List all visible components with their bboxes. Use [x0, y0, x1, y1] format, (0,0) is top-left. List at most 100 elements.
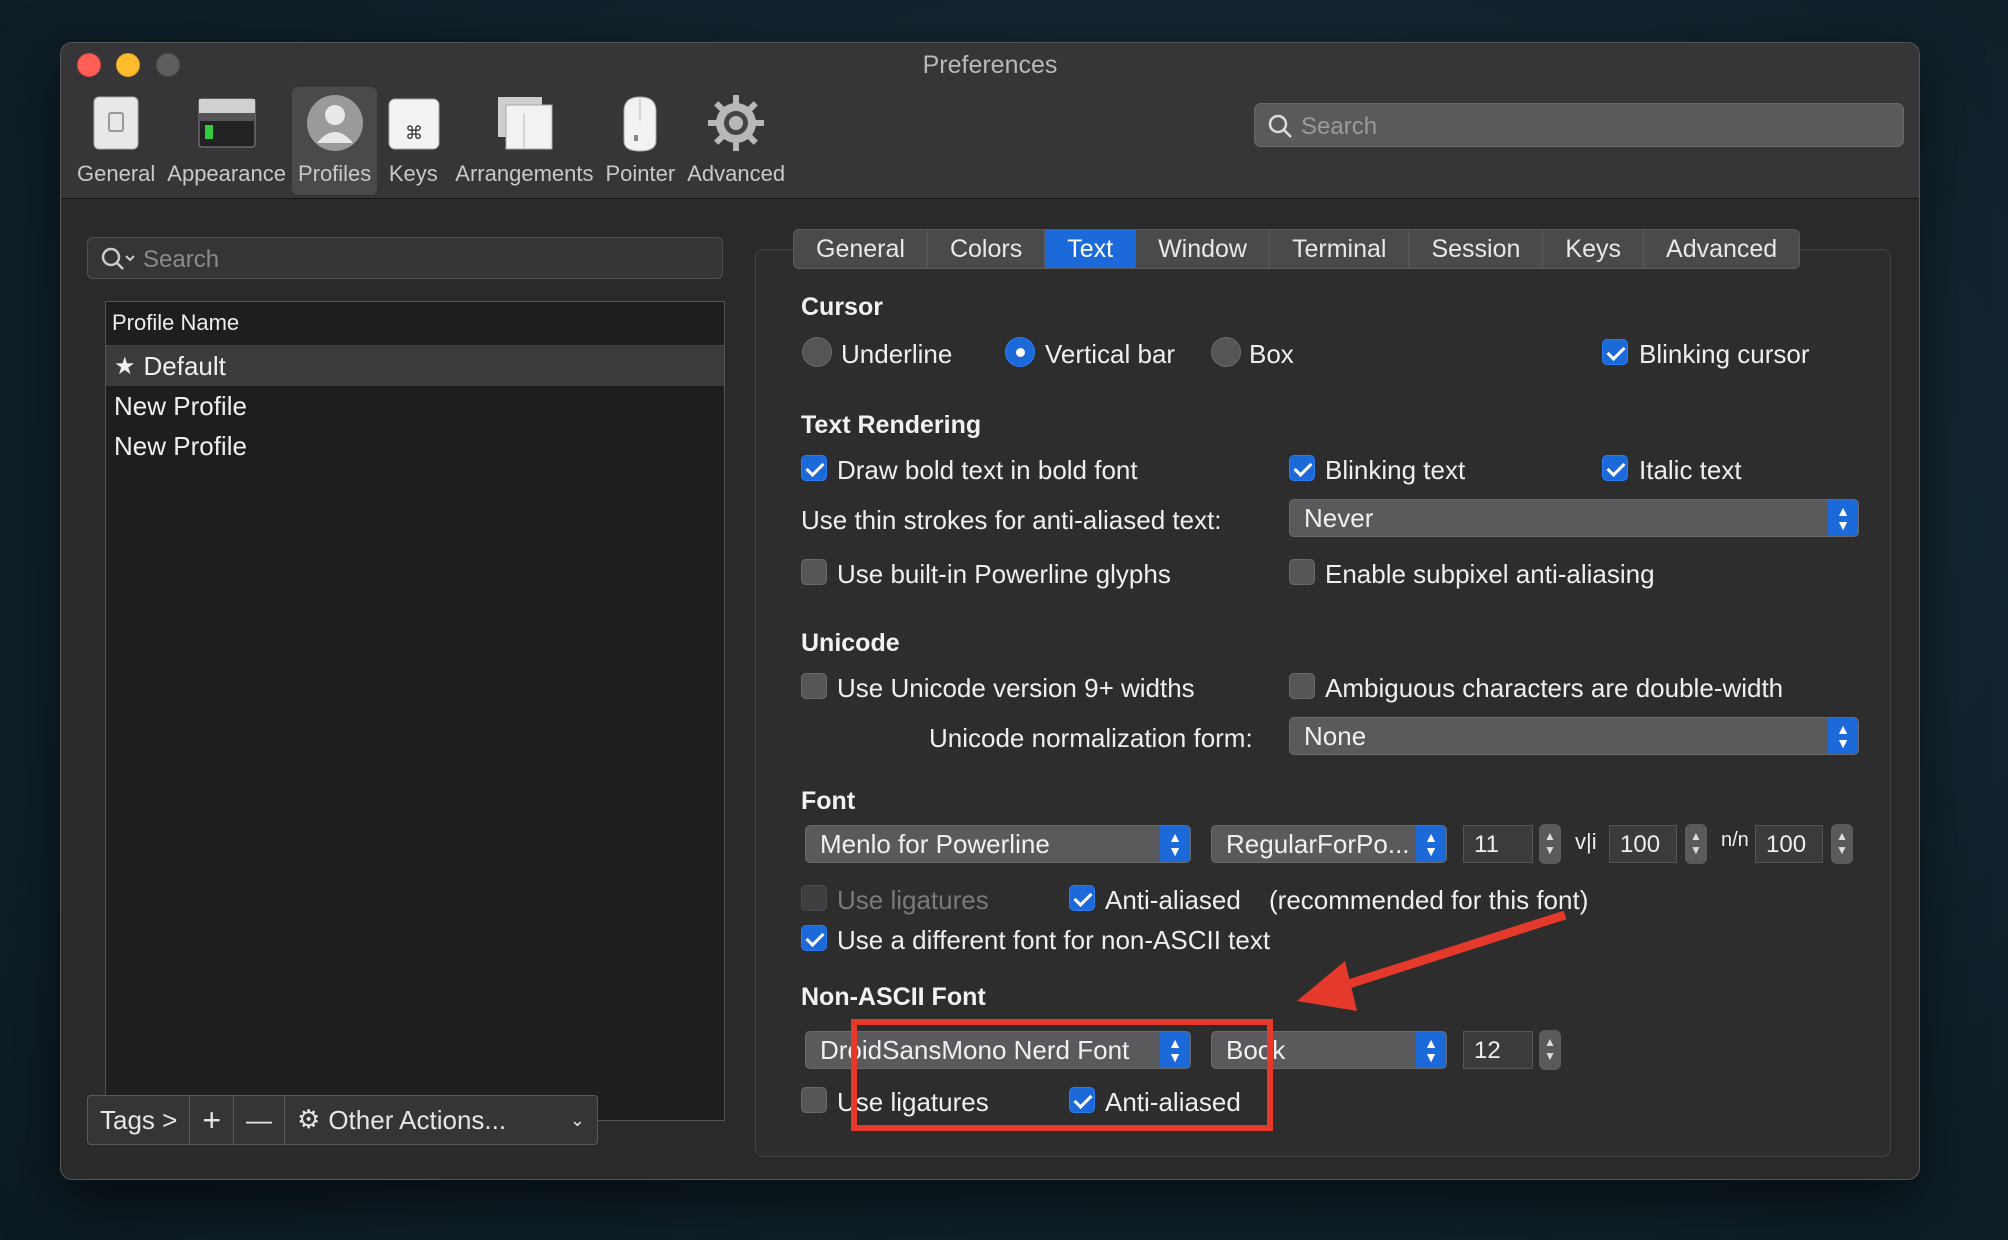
- thin-strokes-select[interactable]: Never ▲ ▼: [1289, 499, 1859, 537]
- non-ascii-font-size-field[interactable]: 12: [1463, 1031, 1533, 1069]
- svg-text:⌘: ⌘: [405, 123, 423, 144]
- toolbar: General Appearance Profiles ⌘ Keys Arran…: [71, 87, 791, 195]
- profiles-icon: [305, 93, 365, 153]
- anti-aliased-checkbox[interactable]: [1069, 885, 1095, 911]
- pointer-icon: [610, 93, 670, 153]
- chevron-down-icon: ⌄: [569, 1109, 586, 1131]
- remove-profile-button[interactable]: —: [234, 1096, 286, 1144]
- bold-font-checkbox[interactable]: [801, 455, 827, 481]
- subpixel-label: Enable subpixel anti-aliasing: [1325, 559, 1655, 589]
- different-font-label: Use a different font for non-ASCII text: [837, 925, 1271, 955]
- toolbar-appearance-label: Appearance: [167, 161, 286, 186]
- updown-arrows-icon: ▲ ▼: [1828, 718, 1858, 754]
- toolbar-general[interactable]: General: [71, 87, 161, 195]
- italic-text-checkbox[interactable]: [1602, 455, 1628, 481]
- ligatures-checkbox[interactable]: [801, 885, 827, 911]
- tab-window[interactable]: Window: [1136, 230, 1270, 268]
- other-actions-button[interactable]: ⚙ Other Actions... ⌄: [285, 1096, 597, 1144]
- appearance-icon: [197, 93, 257, 153]
- normalization-select[interactable]: None ▲ ▼: [1289, 717, 1859, 755]
- cursor-underline-radio[interactable]: [802, 337, 832, 367]
- blinking-cursor-checkbox[interactable]: [1602, 339, 1628, 365]
- tab-text[interactable]: Text: [1045, 230, 1137, 268]
- cursor-heading: Cursor: [801, 293, 883, 321]
- add-profile-button[interactable]: +: [190, 1096, 235, 1144]
- tags-button[interactable]: Tags >: [88, 1096, 191, 1144]
- subpixel-checkbox[interactable]: [1289, 559, 1315, 585]
- profile-list: Profile Name ★ Default New Profile New P…: [105, 301, 725, 1121]
- anti-aliased-label: Anti-aliased: [1105, 885, 1241, 915]
- toolbar-arrangements[interactable]: Arrangements: [449, 87, 599, 195]
- cursor-box-radio[interactable]: [1211, 337, 1241, 367]
- horizontal-spacing-icon: n/n: [1721, 829, 1749, 851]
- other-actions-label: Other Actions...: [328, 1104, 507, 1135]
- titlebar: Preferences General Appearance Profiles: [61, 43, 1919, 199]
- ambiguous-width-label: Ambiguous characters are double-width: [1325, 673, 1784, 703]
- vertical-spacing-icon: v|i: [1575, 829, 1597, 854]
- blinking-cursor-label: Blinking cursor: [1639, 339, 1810, 369]
- powerline-glyphs-label: Use built-in Powerline glyphs: [837, 559, 1171, 589]
- different-font-checkbox[interactable]: [801, 925, 827, 951]
- ligatures-label: Use ligatures: [837, 885, 989, 915]
- updown-arrows-icon: ▲ ▼: [1828, 500, 1858, 536]
- toolbar-keys-label: Keys: [388, 161, 438, 186]
- font-size-field[interactable]: 11: [1463, 825, 1533, 863]
- font-style-select[interactable]: RegularForPo... ▲ ▼: [1211, 825, 1447, 863]
- cursor-vertical-bar-radio[interactable]: [1005, 337, 1035, 367]
- tab-session[interactable]: Session: [1409, 230, 1544, 268]
- toolbar-advanced-label: Advanced: [687, 161, 786, 186]
- unicode-heading: Unicode: [801, 629, 900, 657]
- arrangements-icon: [494, 93, 554, 153]
- normalization-value: None: [1304, 721, 1367, 751]
- cursor-vertical-bar-label: Vertical bar: [1045, 339, 1176, 369]
- unicode-widths-checkbox[interactable]: [801, 673, 827, 699]
- profile-name-column-header[interactable]: Profile Name: [106, 302, 724, 346]
- gear-icon: ⚙: [297, 1105, 321, 1135]
- updown-arrows-icon: ▲ ▼: [1160, 826, 1190, 862]
- ambiguous-width-checkbox[interactable]: [1289, 673, 1315, 699]
- preferences-window: Preferences General Appearance Profiles: [60, 42, 1920, 1180]
- profile-row[interactable]: New Profile: [106, 386, 724, 426]
- font-family-select[interactable]: Menlo for Powerline ▲ ▼: [805, 825, 1191, 863]
- font-size-stepper[interactable]: ▲ ▼: [1539, 824, 1561, 864]
- tab-general[interactable]: General: [794, 230, 928, 268]
- horizontal-spacing-field[interactable]: 100: [1755, 825, 1823, 863]
- window-title: Preferences: [922, 51, 1058, 79]
- bold-font-label: Draw bold text in bold font: [837, 455, 1138, 485]
- font-style-value: RegularForPo...: [1226, 829, 1410, 859]
- toolbar-pointer[interactable]: Pointer: [599, 87, 681, 195]
- profile-row-default[interactable]: ★ Default: [106, 346, 724, 386]
- toolbar-arrangements-label: Arrangements: [455, 161, 594, 186]
- thin-strokes-label: Use thin strokes for anti-aliased text:: [801, 505, 1222, 535]
- tab-terminal[interactable]: Terminal: [1270, 230, 1410, 268]
- blinking-text-label: Blinking text: [1325, 455, 1466, 485]
- non-ascii-ligatures-checkbox[interactable]: [801, 1087, 827, 1113]
- toolbar-pointer-label: Pointer: [605, 161, 676, 186]
- tab-colors[interactable]: Colors: [928, 230, 1046, 268]
- toolbar-appearance[interactable]: Appearance: [161, 87, 292, 195]
- star-icon: ★: [114, 352, 136, 380]
- horizontal-spacing-stepper[interactable]: ▲ ▼: [1831, 824, 1853, 864]
- vertical-spacing-field[interactable]: 100: [1609, 825, 1677, 863]
- profile-name: Default: [143, 350, 226, 381]
- toolbar-keys[interactable]: ⌘ Keys: [377, 87, 449, 195]
- normalization-label: Unicode normalization form:: [929, 723, 1253, 753]
- tab-advanced[interactable]: Advanced: [1644, 230, 1799, 268]
- profile-search-field[interactable]: Search: [87, 237, 723, 279]
- powerline-glyphs-checkbox[interactable]: [801, 559, 827, 585]
- tab-keys[interactable]: Keys: [1543, 230, 1645, 268]
- toolbar-general-label: General: [77, 161, 156, 186]
- updown-arrows-icon: ▲ ▼: [1416, 826, 1446, 862]
- profile-name: New Profile: [114, 430, 247, 461]
- toolbar-profiles[interactable]: Profiles: [291, 87, 378, 195]
- non-ascii-font-heading: Non-ASCII Font: [801, 983, 986, 1011]
- non-ascii-font-size-stepper[interactable]: ▲ ▼: [1539, 1030, 1561, 1070]
- profile-row[interactable]: New Profile: [106, 426, 724, 466]
- toolbar-profiles-label: Profiles: [297, 161, 372, 186]
- preferences-search-field[interactable]: Search: [1254, 103, 1904, 147]
- vertical-spacing-stepper[interactable]: ▲ ▼: [1685, 824, 1707, 864]
- unicode-widths-label: Use Unicode version 9+ widths: [837, 673, 1195, 703]
- toolbar-advanced[interactable]: Advanced: [681, 87, 791, 195]
- blinking-text-checkbox[interactable]: [1289, 455, 1315, 481]
- annotation-highlight-box: [851, 1019, 1273, 1131]
